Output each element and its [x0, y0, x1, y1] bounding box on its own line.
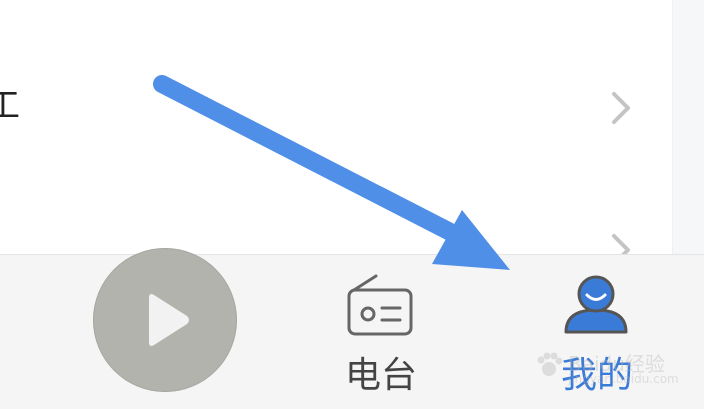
chevron-right-icon — [612, 92, 630, 124]
list-row[interactable] — [0, 200, 672, 266]
radio-icon — [347, 274, 413, 336]
side-panel — [672, 0, 704, 254]
list-row[interactable]: 工 — [0, 0, 672, 200]
settings-list: 工 — [0, 0, 672, 266]
tab-radio[interactable]: 电台 — [316, 268, 446, 398]
tab-radio-label: 电台 — [344, 355, 417, 396]
play-icon — [149, 294, 189, 346]
list-row-label: 工 — [0, 86, 20, 126]
user-profile-icon — [564, 275, 628, 334]
tab-mine-label: 我的 — [560, 355, 633, 396]
play-button[interactable] — [93, 248, 237, 392]
tab-mine[interactable]: 我的 — [532, 268, 662, 398]
